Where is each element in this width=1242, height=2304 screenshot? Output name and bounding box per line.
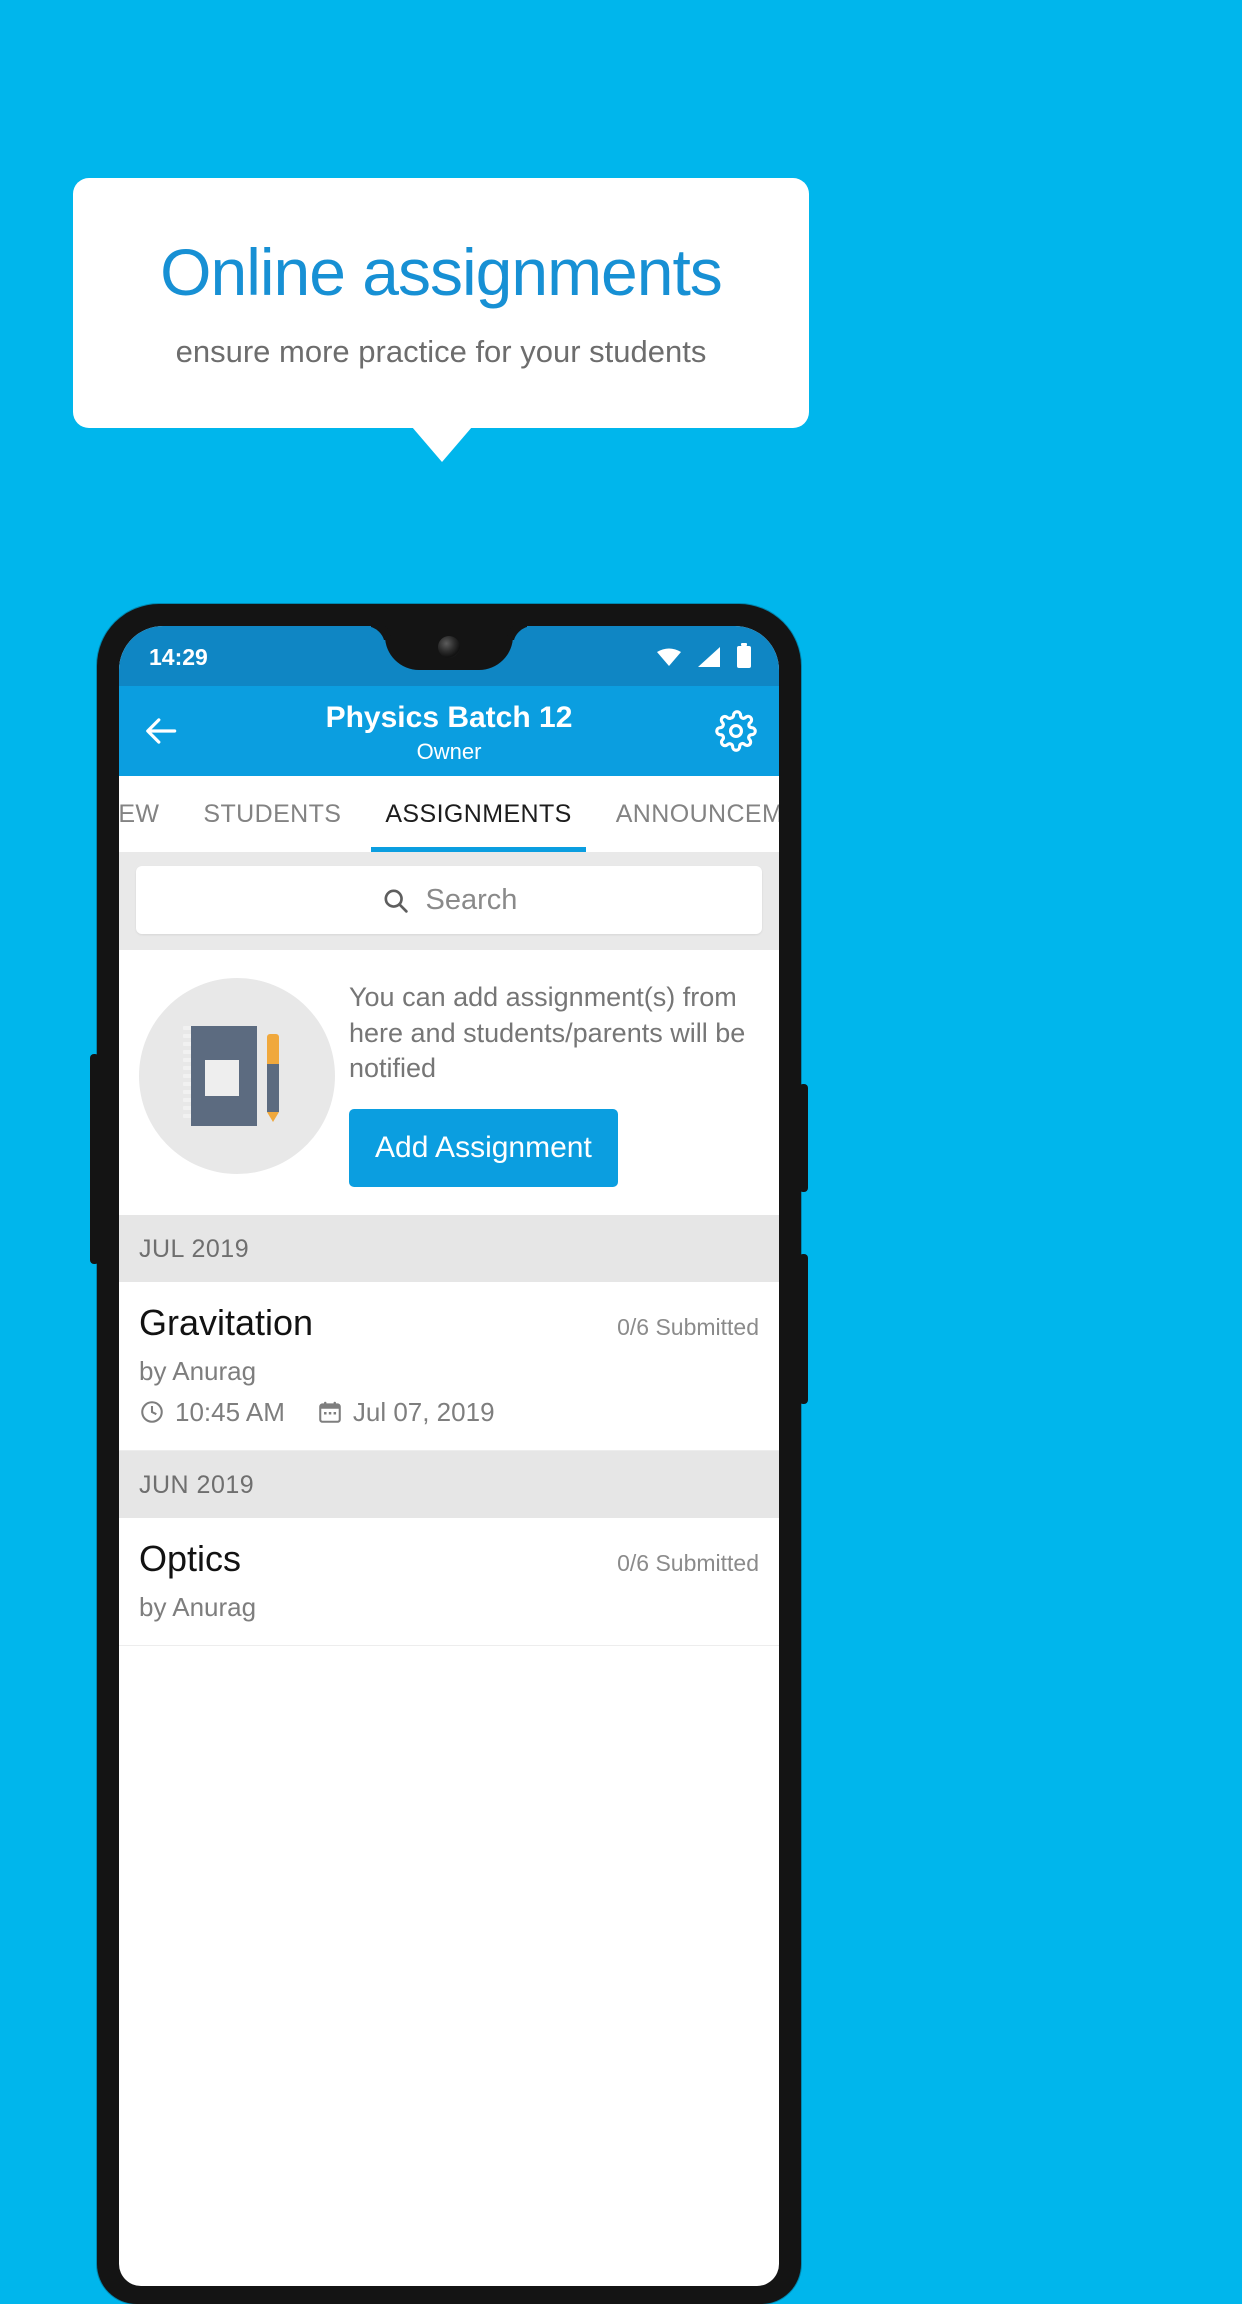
assignment-submitted-count: 0/6 Submitted [617, 1549, 759, 1576]
assignment-row[interactable]: Optics 0/6 Submitted by Anurag [119, 1517, 779, 1646]
notebook-label [205, 1060, 239, 1096]
tab-announcements[interactable]: ANNOUNCEM [594, 776, 779, 852]
calendar-icon [317, 1399, 343, 1425]
assignment-time: 10:45 AM [175, 1396, 285, 1427]
assignment-author: by Anurag [139, 1355, 257, 1386]
pen-icon [267, 1034, 279, 1122]
assignment-title: Optics [139, 1537, 242, 1579]
promo-card: Online assignments ensure more practice … [73, 178, 809, 428]
volume-up-button[interactable] [799, 1254, 808, 1404]
assignment-title: Gravitation [139, 1301, 314, 1343]
back-arrow-icon[interactable] [143, 712, 181, 750]
tab-bar: IEW STUDENTS ASSIGNMENTS ANNOUNCEM [119, 776, 779, 852]
app-bar-titles: Physics Batch 12 Owner [119, 697, 779, 766]
search-input[interactable]: Search [136, 866, 762, 934]
promo-title: Online assignments [160, 234, 723, 309]
gear-icon[interactable] [715, 710, 757, 752]
assignment-date: Jul 07, 2019 [352, 1396, 495, 1427]
phone-screen: 14:29 Physics Batch 12 Owner EW STUDENTS… [119, 626, 779, 2286]
wifi-icon [657, 648, 681, 666]
page-subtitle: Owner [416, 739, 482, 765]
empty-state-text: You can add assignment(s) from here and … [349, 982, 746, 1084]
volume-down-button[interactable] [90, 1054, 99, 1264]
assignment-author: by Anurag [139, 1591, 257, 1622]
search-icon [381, 886, 410, 915]
assignment-row[interactable]: Gravitation 0/6 Submitted by Anurag 10:4… [119, 1281, 779, 1451]
tab-students[interactable]: STUDENTS [181, 776, 363, 852]
front-camera [438, 636, 460, 658]
status-bar-icons [657, 643, 751, 668]
assignment-submitted-count: 0/6 Submitted [617, 1313, 759, 1340]
month-header-jul: JUL 2019 [119, 1214, 779, 1282]
battery-icon [737, 643, 751, 668]
clock-icon [139, 1399, 165, 1425]
app-bar: Physics Batch 12 Owner [119, 686, 779, 776]
power-button[interactable] [799, 1084, 808, 1192]
notebook-cover [191, 1026, 257, 1126]
empty-state-content: You can add assignment(s) from here and … [349, 974, 759, 1187]
month-header-jun: JUN 2019 [119, 1450, 779, 1518]
search-placeholder: Search [425, 883, 518, 916]
page-title: Physics Batch 12 [325, 700, 573, 734]
status-bar-time: 14:29 [149, 644, 208, 670]
empty-state: You can add assignment(s) from here and … [119, 950, 779, 1215]
assignment-meta: 10:45 AM Jul 07, 2019 [139, 1397, 759, 1428]
signal-icon [698, 647, 720, 667]
notebook-pen-icon [139, 978, 335, 1174]
phone-mockup: 14:29 Physics Batch 12 Owner EW STUDENTS… [90, 604, 808, 2304]
tab-assignments[interactable]: ASSIGNMENTS [363, 776, 593, 852]
promo-card-tail [412, 427, 472, 462]
add-assignment-button[interactable]: Add Assignment [349, 1108, 618, 1187]
promo-subtitle: ensure more practice for your students [175, 334, 707, 370]
search-container: Search [119, 852, 779, 950]
tab-overview[interactable]: IEW [119, 776, 181, 852]
